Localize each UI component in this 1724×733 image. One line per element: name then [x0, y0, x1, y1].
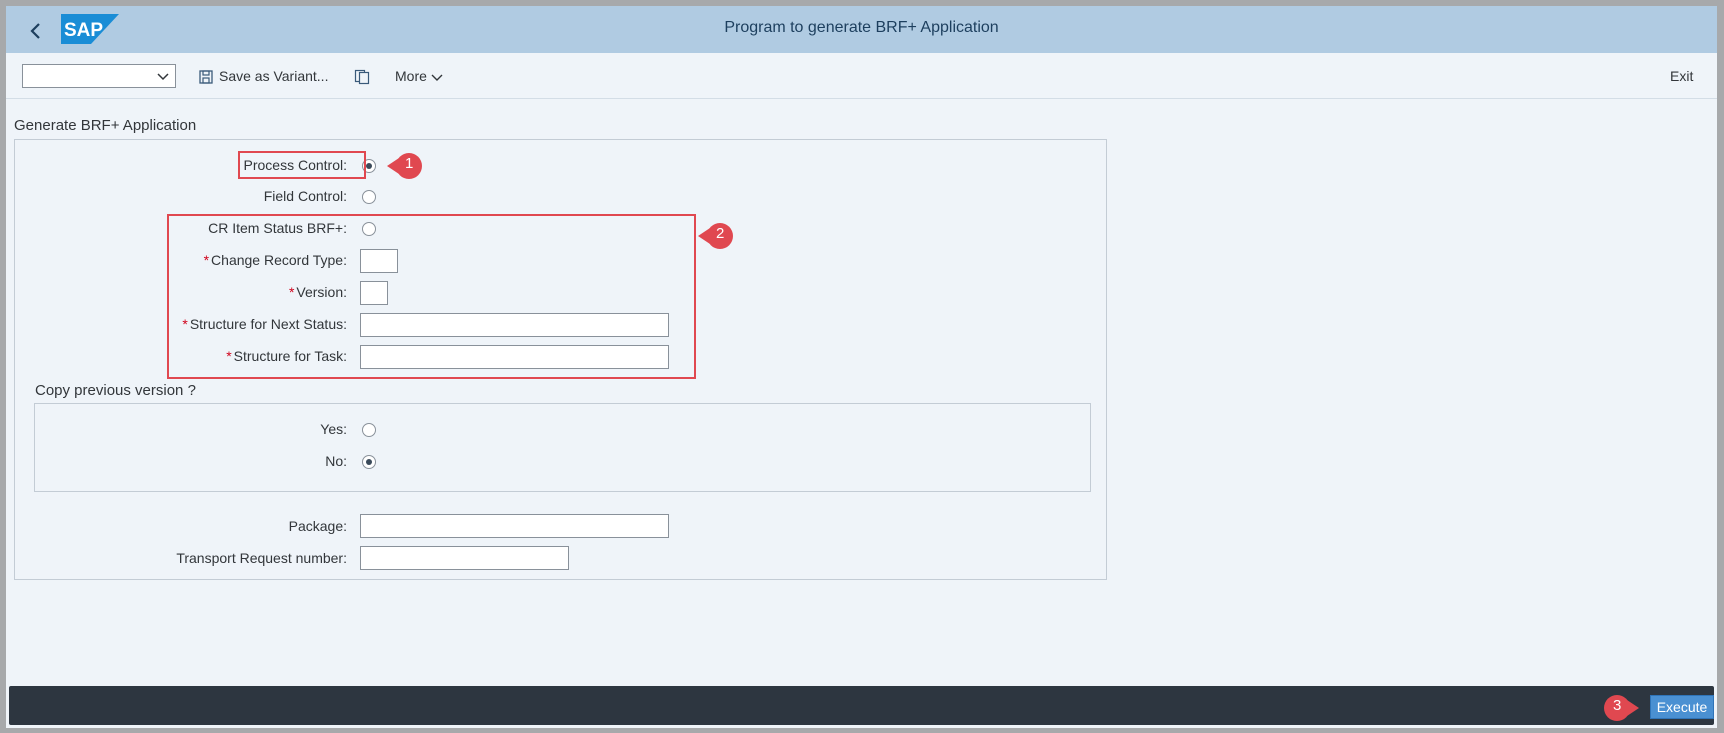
shell-bar: SAP Program to generate BRF+ Application	[6, 6, 1717, 53]
copy-icon	[354, 70, 370, 85]
copy-button[interactable]	[354, 64, 370, 88]
section-title: Generate BRF+ Application	[14, 117, 197, 134]
execute-button[interactable]: Execute	[1650, 695, 1714, 719]
copy-no-radio[interactable]	[362, 455, 376, 469]
chevron-down-icon	[157, 73, 169, 81]
marker-shape	[1604, 695, 1639, 721]
save-variant-label: Save as Variant...	[219, 68, 329, 84]
toolbar: Save as Variant... More Exit	[6, 53, 1717, 99]
field-control-label: Field Control:	[263, 188, 347, 204]
highlight-box-2	[167, 214, 696, 379]
package-label: Package:	[288, 518, 347, 534]
more-label: More	[395, 68, 427, 84]
footer-bar: Execute	[9, 686, 1714, 725]
copy-yes-radio[interactable]	[362, 423, 376, 437]
transport-input[interactable]	[360, 546, 569, 570]
save-variant-button[interactable]: Save as Variant...	[199, 64, 328, 88]
copy-no-label: No:	[325, 453, 347, 469]
annotation-marker-1: 1	[387, 152, 423, 180]
chevron-down-icon	[431, 74, 443, 82]
highlight-box-1	[238, 151, 366, 179]
copy-previous-title: Copy previous version ?	[35, 382, 196, 399]
save-icon	[199, 70, 213, 84]
annotation-marker-3: 3	[1603, 694, 1639, 722]
field-control-radio[interactable]	[362, 190, 376, 204]
copy-yes-label: Yes:	[320, 421, 347, 437]
package-input[interactable]	[360, 514, 669, 538]
exit-button[interactable]: Exit	[1670, 64, 1693, 88]
variant-select[interactable]	[22, 64, 176, 88]
transport-label: Transport Request number:	[176, 550, 347, 566]
page-title: Program to generate BRF+ Application	[724, 19, 999, 36]
marker-shape	[387, 153, 422, 179]
copy-previous-panel	[34, 403, 1091, 492]
more-button[interactable]: More	[395, 64, 443, 88]
annotation-marker-2: 2	[698, 222, 734, 250]
marker-shape	[698, 223, 733, 249]
app-window: SAP Program to generate BRF+ Application…	[6, 6, 1717, 728]
